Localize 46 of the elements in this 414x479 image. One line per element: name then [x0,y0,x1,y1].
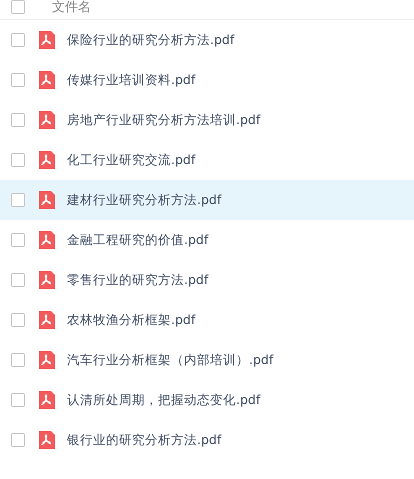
pdf-file-icon [37,111,55,129]
file-name[interactable]: 建材行业研究分析方法.pdf [67,192,222,208]
file-row[interactable]: 保险行业的研究分析方法.pdf [0,20,414,60]
pdf-file-icon [37,191,55,209]
pdf-file-icon [37,151,55,169]
checkbox[interactable] [11,33,25,47]
pdf-file-icon [37,431,55,449]
file-row[interactable]: 银行业的研究分析方法.pdf [0,420,414,460]
checkbox[interactable] [11,233,25,247]
pdf-file-icon [37,351,55,369]
file-row[interactable]: 农林牧渔分析框架.pdf [0,300,414,340]
file-name[interactable]: 传媒行业培训资料.pdf [67,72,196,88]
pdf-file-icon [37,71,55,89]
checkbox[interactable] [11,313,25,327]
checkbox[interactable] [11,273,25,287]
checkbox[interactable] [11,73,25,87]
checkbox[interactable] [11,433,25,447]
pdf-file-icon [37,231,55,249]
pdf-file-icon [37,391,55,409]
checkbox[interactable] [11,113,25,127]
file-name[interactable]: 农林牧渔分析框架.pdf [67,312,196,328]
checkbox[interactable] [11,393,25,407]
file-name[interactable]: 汽车行业分析框架（内部培训）.pdf [67,352,274,368]
file-name[interactable]: 银行业的研究分析方法.pdf [67,432,222,448]
file-name[interactable]: 保险行业的研究分析方法.pdf [67,32,234,48]
checkbox[interactable] [11,193,25,207]
file-name[interactable]: 零售行业的研究方法.pdf [67,272,208,288]
file-name[interactable]: 化工行业研究交流.pdf [67,152,196,168]
file-row[interactable]: 化工行业研究交流.pdf [0,140,414,180]
checkbox[interactable] [11,353,25,367]
pdf-file-icon [37,311,55,329]
checkbox[interactable] [11,153,25,167]
pdf-file-icon [37,271,55,289]
file-name[interactable]: 金融工程研究的价值.pdf [67,232,208,248]
file-row[interactable]: 传媒行业培训资料.pdf [0,60,414,100]
file-row[interactable]: 金融工程研究的价值.pdf [0,220,414,260]
file-row[interactable]: 汽车行业分析框架（内部培训）.pdf [0,340,414,380]
file-row[interactable]: 零售行业的研究方法.pdf [0,260,414,300]
file-row[interactable]: 认清所处周期，把握动态变化.pdf [0,380,414,420]
file-row[interactable]: 房地产行业研究分析方法培训.pdf [0,100,414,140]
pdf-file-icon [37,31,55,49]
file-name[interactable]: 认清所处周期，把握动态变化.pdf [67,392,260,408]
file-row[interactable]: 建材行业研究分析方法.pdf [0,180,414,220]
file-name[interactable]: 房地产行业研究分析方法培训.pdf [67,112,260,128]
column-header[interactable]: 文件名 [52,0,91,15]
select-all-checkbox[interactable] [11,0,25,14]
